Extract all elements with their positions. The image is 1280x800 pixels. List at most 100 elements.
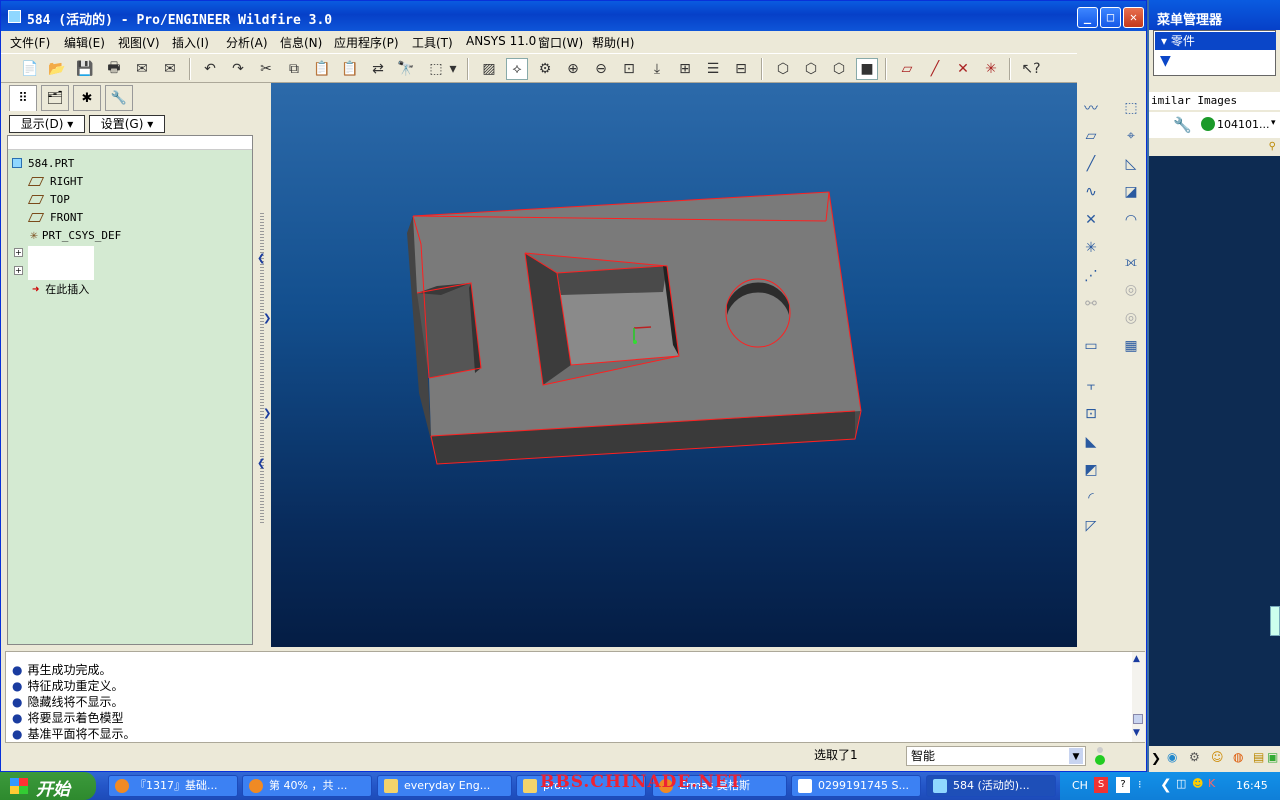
smiley-icon[interactable]: ☺	[1211, 750, 1224, 764]
shell-tool-icon[interactable]: ⌖	[1120, 125, 1142, 147]
chamfer-tool-icon[interactable]: ◸	[1080, 515, 1102, 537]
print-icon[interactable]: 🖶	[103, 58, 125, 80]
collapse-left-icon[interactable]: ❮	[257, 458, 265, 469]
close-button[interactable]: ✕	[1123, 7, 1144, 28]
round-edge-icon[interactable]: ◜	[1080, 487, 1102, 509]
point-tool-icon[interactable]: ✕	[1080, 209, 1102, 231]
round-tool-icon[interactable]: ◠	[1120, 209, 1142, 231]
similar-images-row[interactable]: 🔧 104101... ▾	[1149, 112, 1280, 138]
panel-splitter[interactable]: ❮ ❯ ❯ ❮	[257, 83, 271, 645]
csys-tool-icon[interactable]: ✳	[1080, 237, 1102, 259]
part-model[interactable]	[271, 83, 1077, 647]
antivirus-icon[interactable]: K	[1208, 777, 1215, 790]
menu-help[interactable]: 帮助(H)	[592, 34, 634, 51]
window-icon[interactable]: ▣	[1267, 750, 1278, 764]
hidden-line-icon[interactable]: ⬡	[800, 58, 822, 80]
curve-tool-icon[interactable]: ∿	[1080, 181, 1102, 203]
mirror-tool-icon[interactable]: ⟗	[1120, 251, 1142, 273]
plane-tool-icon[interactable]: ▱	[1080, 125, 1102, 147]
taskbar-item[interactable]: everyday Eng...	[377, 775, 512, 797]
annotation-tool-icon[interactable]: ▭	[1080, 335, 1102, 357]
connections-tab-icon[interactable]: 🔧	[105, 85, 133, 111]
minimize-button[interactable]: _	[1077, 7, 1098, 28]
save-icon[interactable]: 💾	[74, 58, 96, 80]
chevron-down-icon[interactable]: ▾	[1271, 118, 1276, 128]
message-scrollbar[interactable]: ▲ ▼	[1132, 652, 1145, 742]
no-hidden-icon[interactable]: ⬡	[828, 58, 850, 80]
datum-axes-icon[interactable]: ╱	[924, 58, 946, 80]
view-manager-icon[interactable]: ⊟	[730, 58, 752, 80]
zoom-out-icon[interactable]: ⊖	[590, 58, 612, 80]
open-folder-icon[interactable]: 📂	[46, 58, 68, 80]
menu-ansys[interactable]: ANSYS 11.0	[466, 34, 536, 48]
taskbar-item[interactable]: 『1317』基础...	[108, 775, 238, 797]
ime-icon[interactable]: S	[1094, 777, 1108, 793]
model-tree-tab-icon[interactable]: ⠿	[9, 85, 37, 111]
saved-views-icon[interactable]: ⊞	[674, 58, 696, 80]
start-button[interactable]: 开始	[0, 772, 96, 800]
copy-icon[interactable]: ⧉	[283, 58, 305, 80]
title-bar[interactable]: 584 (活动的) - Pro/ENGINEER Wildfire 3.0 _ …	[1, 1, 1146, 31]
arrow-right-icon[interactable]: ❯	[1151, 751, 1161, 765]
menu-manager-title[interactable]: 菜单管理器	[1149, 0, 1280, 30]
tray-arrow-icon[interactable]: ⁝	[1138, 778, 1142, 791]
taskbar-item[interactable]: 第 40% ，共 ...	[242, 775, 372, 797]
rib-tool-icon[interactable]: ◺	[1120, 153, 1142, 175]
context-help-icon[interactable]: ↖?	[1020, 58, 1042, 80]
graphics-window[interactable]	[271, 83, 1077, 647]
back-icon[interactable]: ❮	[1160, 777, 1172, 793]
filter-icon[interactable]: ▼	[1160, 53, 1171, 69]
globe-icon[interactable]: ◉	[1167, 750, 1177, 764]
layers-icon[interactable]: ☰	[702, 58, 724, 80]
email-link-icon[interactable]: ✉	[159, 58, 181, 80]
menu-analysis[interactable]: 分析(A)	[226, 34, 268, 51]
gear-icon[interactable]: ⚙	[1189, 750, 1200, 764]
scroll-thumb[interactable]	[1133, 714, 1143, 724]
orient-mode-icon[interactable]: ⚙	[534, 58, 556, 80]
coordinate-systems-icon[interactable]: ✳	[980, 58, 1002, 80]
tree-item-front[interactable]: FRONT	[27, 208, 83, 226]
scroll-down-icon[interactable]: ▼	[1133, 728, 1140, 738]
trim-tool-icon[interactable]: ◎	[1120, 307, 1142, 329]
reorient-icon[interactable]: ⤓	[646, 58, 668, 80]
menu-edit[interactable]: 编辑(E)	[64, 34, 105, 51]
sketch-icon[interactable]: 〰	[1080, 97, 1102, 119]
new-file-icon[interactable]: 📄	[19, 58, 41, 80]
paste-icon[interactable]: 📋	[311, 58, 333, 80]
panel-scroll-handle[interactable]	[1270, 606, 1280, 636]
tree-insert-here[interactable]: ➜ 在此插入	[32, 280, 89, 298]
select-dropdown-icon[interactable]: ▾	[447, 58, 459, 80]
datum-planes-icon[interactable]: ▱	[896, 58, 918, 80]
shading-icon[interactable]: ■	[856, 58, 878, 80]
firefox-icon[interactable]: ◍	[1233, 750, 1243, 764]
chevron-down-icon[interactable]: ▼	[1069, 748, 1083, 764]
spin-center-icon[interactable]: ⟡	[506, 58, 528, 80]
taskbar-item[interactable]: 0299191745 S...	[791, 775, 921, 797]
menu-manager-part-item[interactable]: ▾ 零件	[1155, 32, 1276, 50]
regenerate-icon[interactable]: ⇄	[367, 58, 389, 80]
menu-tools[interactable]: 工具(T)	[412, 34, 453, 51]
tree-item-right[interactable]: RIGHT	[27, 172, 83, 190]
settings-dropdown[interactable]: 设置(G) ▾	[89, 115, 165, 133]
folder-icon[interactable]: ▤	[1253, 750, 1264, 764]
expand-icon[interactable]: +	[14, 248, 23, 257]
folder-browser-tab-icon[interactable]: 🗂	[41, 85, 69, 111]
menu-file[interactable]: 文件(F)	[10, 34, 50, 51]
sweep-tool-icon[interactable]: ◣	[1080, 431, 1102, 453]
datum-points-icon[interactable]: ✕	[952, 58, 974, 80]
tree-item-csys[interactable]: ✳ PRT_CSYS_DEF	[30, 226, 121, 244]
undo-icon[interactable]: ↶	[199, 58, 221, 80]
refit-icon[interactable]: ⊡	[618, 58, 640, 80]
filter-select[interactable]: 智能 ▼	[906, 746, 1086, 766]
menu-window[interactable]: 窗口(W)	[538, 34, 583, 51]
menu-insert[interactable]: 插入(I)	[172, 34, 209, 51]
maximize-button[interactable]: □	[1100, 7, 1121, 28]
tree-root-part[interactable]: 584.PRT	[12, 154, 74, 172]
zoom-in-icon[interactable]: ⊕	[562, 58, 584, 80]
axis-tool-icon[interactable]: ╱	[1080, 153, 1102, 175]
wireframe-icon[interactable]: ⬡	[772, 58, 794, 80]
cut-icon[interactable]: ✂	[255, 58, 277, 80]
help-icon[interactable]: ?	[1116, 777, 1130, 793]
taskbar-item-active[interactable]: 584 (活动的)...	[926, 775, 1056, 797]
paste-special-icon[interactable]: 📋	[339, 58, 361, 80]
